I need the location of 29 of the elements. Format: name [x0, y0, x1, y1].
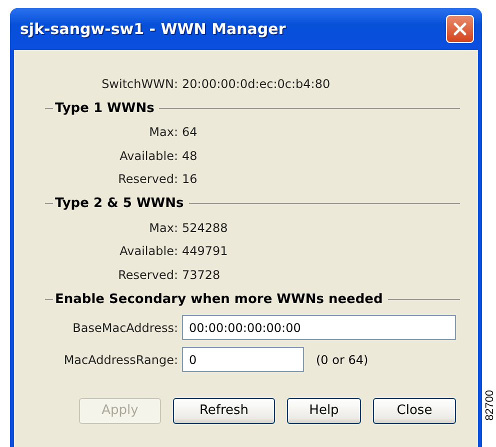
field-label: Max: [148, 125, 178, 140]
field-label: Reserved: [117, 268, 178, 282]
field-value: 20:00:00:0d:ec:0c:b4:80 [182, 76, 330, 91]
field-label: BaseMacAddress: [72, 320, 178, 334]
group-heading: Type 2 & 5 WWNs [55, 196, 184, 211]
close-button[interactable] [446, 15, 474, 43]
group-heading: Enable Secondary when more WWNs needed [55, 292, 383, 306]
field-value: 64 [182, 125, 198, 140]
field-label: SwitchWWN: [100, 76, 178, 91]
field-value: 524288 [182, 220, 228, 235]
input-field[interactable]: 00:00:00:00:00:00 [182, 315, 456, 340]
field-value: 449791 [182, 244, 228, 258]
field-label: Available: [118, 148, 178, 163]
close-icon [453, 22, 467, 36]
dialog-button[interactable]: Help [287, 398, 361, 424]
field-label: Available: [118, 244, 178, 258]
field-label: MacAddressRange: [62, 352, 178, 366]
field-value: 73728 [182, 268, 220, 282]
dialog-button[interactable]: Refresh [173, 398, 275, 424]
hint-text: (0 or 64) [315, 352, 368, 366]
window-title: sjk-sangw-sw1 - WWN Manager [20, 20, 286, 38]
dialog-button[interactable]: Close [373, 398, 456, 424]
field-label: Max: [148, 220, 178, 235]
figure-number: 82700 [484, 390, 496, 421]
group-heading: Type 1 WWNs [55, 100, 154, 116]
input-field[interactable]: 0 [182, 347, 304, 372]
field-value: 16 [182, 172, 198, 186]
field-value: 48 [182, 148, 198, 163]
field-label: Reserved: [117, 172, 178, 186]
